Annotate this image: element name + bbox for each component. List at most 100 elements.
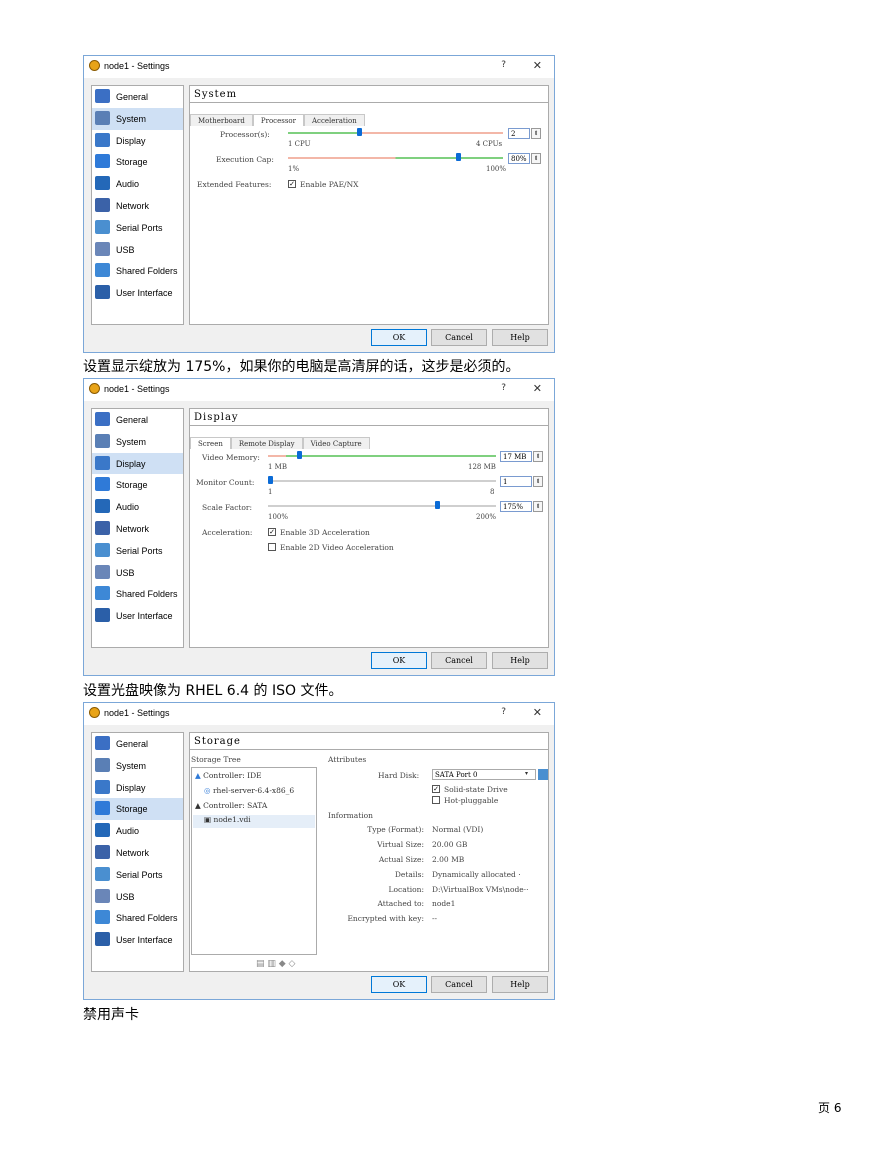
pae-nx-label: Enable PAE/NX <box>300 180 359 189</box>
tree-item-controller-sata[interactable]: ▲ Controller: SATA <box>195 801 267 810</box>
tree-item-controller-ide[interactable]: ▲ Controller: IDE <box>195 771 262 780</box>
serial-ports-icon <box>95 219 110 234</box>
close-button[interactable]: ✕ <box>533 382 542 395</box>
sidebar-item-label: Serial Ports <box>116 222 163 233</box>
sidebar-item-user-interface[interactable]: User Interface <box>92 282 183 304</box>
ok-button[interactable]: OK <box>371 329 427 346</box>
cancel-button[interactable]: Cancel <box>431 976 487 993</box>
help-glyph-button[interactable]: ? <box>501 60 506 70</box>
sidebar-item-user-interface[interactable]: User Interface <box>92 929 183 951</box>
sidebar-item-system[interactable]: System <box>92 107 183 130</box>
processor-spinbox[interactable]: 2 <box>508 128 530 139</box>
help-glyph-button[interactable]: ? <box>501 383 506 393</box>
execution-cap-slider[interactable] <box>288 153 503 163</box>
sidebar-item-storage[interactable]: Storage <box>92 474 183 496</box>
sidebar-item-label: General <box>116 739 149 749</box>
help-glyph-button[interactable]: ? <box>501 707 506 717</box>
sidebar-item-general[interactable]: General <box>92 733 183 755</box>
processor-slider-thumb[interactable] <box>357 128 363 136</box>
execution-cap-spin-arrows[interactable]: ⇕ <box>531 153 541 164</box>
tab-acceleration[interactable]: Acceleration <box>303 114 365 126</box>
sidebar-item-display[interactable]: Display <box>92 452 183 475</box>
sidebar-item-audio[interactable]: Audio <box>92 496 183 518</box>
hotplug-checkbox[interactable] <box>432 796 440 804</box>
storage-icon <box>95 801 110 816</box>
processor-slider[interactable] <box>288 128 503 138</box>
sidebar-item-shared-folders[interactable]: Shared Folders <box>92 583 183 605</box>
tab-screen[interactable]: Screen <box>190 437 231 449</box>
sidebar-item-storage[interactable]: Storage <box>92 151 183 173</box>
execution-cap-slider-thumb[interactable] <box>456 153 461 161</box>
info-key: Encrypted with key: <box>347 914 424 923</box>
sidebar-item-shared-folders[interactable]: Shared Folders <box>92 907 183 929</box>
hard-disk-select[interactable]: SATA Port 0 <box>432 769 536 780</box>
enable-2d-checkbox[interactable] <box>268 543 276 551</box>
sidebar-item-usb[interactable]: USB <box>92 886 183 908</box>
tab-remote-display[interactable]: Remote Display <box>230 437 303 449</box>
sidebar-item-network[interactable]: Network <box>92 195 183 217</box>
tree-item-iso[interactable]: ◎ rhel-server-6.4-x86_6 <box>204 786 294 795</box>
tree-item-vdi[interactable]: ▣ node1.vdi <box>193 815 315 828</box>
enable-3d-checkbox[interactable]: ✓ <box>268 528 276 536</box>
sidebar-item-display[interactable]: Display <box>92 777 183 799</box>
monitor-count-spinbox[interactable]: 1 <box>500 476 532 487</box>
help-button[interactable]: Help <box>492 976 548 993</box>
monitor-count-slider-thumb[interactable] <box>268 476 273 484</box>
ok-button[interactable]: OK <box>371 652 427 669</box>
cancel-button[interactable]: Cancel <box>431 652 487 669</box>
close-button[interactable]: ✕ <box>533 59 542 72</box>
serial-ports-icon <box>95 542 110 557</box>
sidebar-item-network[interactable]: Network <box>92 842 183 864</box>
scale-factor-spin-arrows[interactable]: ⇕ <box>533 501 543 512</box>
sidebar-item-system[interactable]: System <box>92 431 183 453</box>
execution-cap-spinbox[interactable]: 80% <box>508 153 530 164</box>
sidebar-item-label: General <box>116 92 149 102</box>
sidebar-item-serial-ports[interactable]: Serial Ports <box>92 217 183 239</box>
storage-tree[interactable]: ▲ Controller: IDE ◎ rhel-server-6.4-x86_… <box>191 767 317 955</box>
sidebar-item-serial-ports[interactable]: Serial Ports <box>92 864 183 886</box>
ssd-checkbox[interactable]: ✓ <box>432 785 440 793</box>
processor-spin-arrows[interactable]: ⇕ <box>531 128 541 139</box>
sidebar-item-general[interactable]: General <box>92 409 183 431</box>
video-memory-slider[interactable] <box>268 451 496 461</box>
cancel-button[interactable]: Cancel <box>431 329 487 346</box>
info-key: Virtual Size: <box>377 840 424 849</box>
pae-nx-checkbox[interactable]: ✓ <box>288 180 296 188</box>
scale-factor-slider[interactable] <box>268 501 496 511</box>
close-button[interactable]: ✕ <box>533 706 542 719</box>
sidebar-item-display[interactable]: Display <box>92 130 183 152</box>
sidebar-item-user-interface[interactable]: User Interface <box>92 605 183 627</box>
help-button[interactable]: Help <box>492 652 548 669</box>
choose-disk-icon[interactable] <box>538 769 548 780</box>
sidebar-item-usb[interactable]: USB <box>92 239 183 261</box>
sidebar-item-general[interactable]: General <box>92 86 183 108</box>
controller-icon: ▲ <box>195 801 201 810</box>
scale-factor-slider-thumb[interactable] <box>435 501 441 509</box>
video-memory-slider-thumb[interactable] <box>296 451 302 459</box>
sidebar-item-system[interactable]: System <box>92 755 183 777</box>
processor-max-label: 4 CPUs <box>476 140 503 148</box>
scale-factor-spinbox[interactable]: 175% <box>500 501 532 512</box>
title-bar: node1 - Settings ? ✕ <box>84 379 554 401</box>
sidebar-item-network[interactable]: Network <box>92 518 183 540</box>
video-memory-spin-arrows[interactable]: ⇕ <box>533 451 543 462</box>
sidebar-item-usb[interactable]: USB <box>92 562 183 584</box>
tab-video-capture[interactable]: Video Capture <box>302 437 370 449</box>
sidebar-item-storage[interactable]: Storage <box>92 798 183 821</box>
caption-3: 禁用声卡 <box>83 1007 139 1023</box>
tab-motherboard[interactable]: Motherboard <box>190 114 253 126</box>
sidebar-item-audio[interactable]: Audio <box>92 820 183 842</box>
tree-toolbar-icons[interactable]: ▤ ▥ ◆ ◇ <box>256 959 295 969</box>
audio-icon <box>95 499 110 514</box>
help-button[interactable]: Help <box>492 329 548 346</box>
sidebar-item-shared-folders[interactable]: Shared Folders <box>92 260 183 282</box>
ok-button[interactable]: OK <box>371 976 427 993</box>
sidebar-item-label: Storage <box>116 157 148 168</box>
sidebar-item-audio[interactable]: Audio <box>92 173 183 195</box>
monitor-count-spin-arrows[interactable]: ⇕ <box>533 476 543 487</box>
monitor-count-slider[interactable] <box>268 476 496 486</box>
sidebar-item-serial-ports[interactable]: Serial Ports <box>92 540 183 562</box>
video-memory-spinbox[interactable]: 17 MB <box>500 451 532 462</box>
settings-sidebar: General System Display Storage Audio Net… <box>91 85 184 325</box>
tab-processor[interactable]: Processor <box>252 114 304 126</box>
